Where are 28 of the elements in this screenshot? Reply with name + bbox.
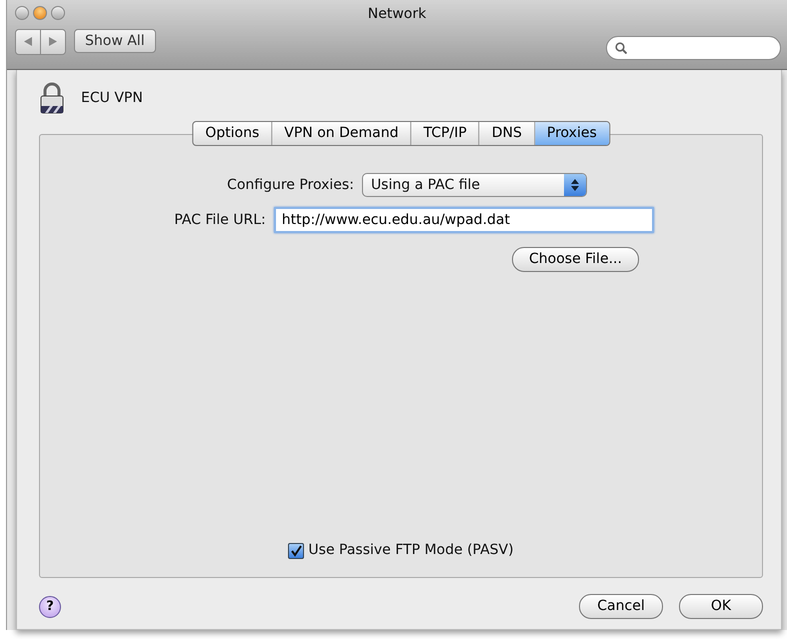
left-arrow-icon [24,37,32,46]
window-title: Network [368,6,426,22]
tab[interactable]: DNS [480,122,535,145]
choose-file-button[interactable]: Choose File... [512,247,639,272]
minimize-button[interactable] [33,6,47,20]
help-button[interactable]: ? [39,596,61,618]
tab[interactable]: Proxies [534,122,609,145]
search-icon [615,42,627,54]
forward-button[interactable] [41,30,65,54]
pac-file-url-label: PAC File URL: [174,210,266,230]
up-down-arrows-icon [570,179,579,191]
show-all-button[interactable]: Show All [74,29,156,53]
cancel-button[interactable]: Cancel [579,594,663,619]
passive-ftp-label: Use Passive FTP Mode (PASV) [308,541,514,560]
back-button[interactable] [16,30,41,54]
tab[interactable]: TCP/IP [411,122,480,145]
tab[interactable]: VPN on Demand [272,122,412,145]
padlock-icon [39,82,65,114]
configure-proxies-popup[interactable]: Using a PAC file [362,173,587,197]
zoom-button[interactable] [51,6,65,20]
ok-button[interactable]: OK [679,594,763,619]
close-button[interactable] [15,6,29,20]
service-name: ECU VPN [81,88,143,108]
search-field[interactable] [606,36,781,60]
configure-proxies-label: Configure Proxies: [227,176,354,194]
passive-ftp-checkbox[interactable] [288,542,304,558]
pac-file-url-field[interactable]: http://www.ecu.edu.au/wpad.dat [274,207,654,233]
right-arrow-icon [49,37,57,46]
